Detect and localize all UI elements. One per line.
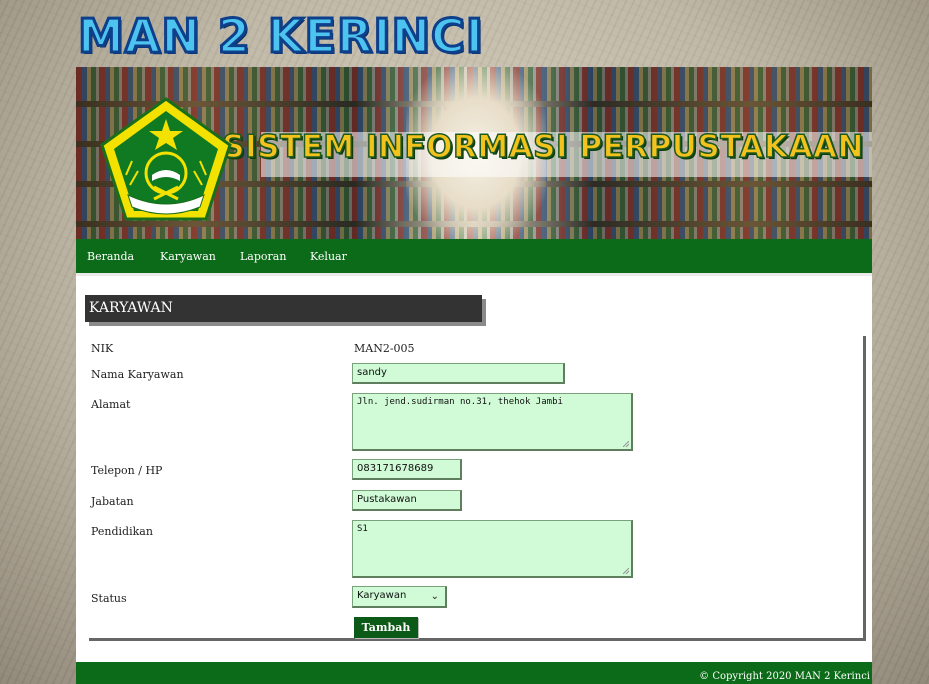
footer: © Copyright 2020 MAN 2 Kerinci	[76, 662, 872, 684]
jabatan-input[interactable]: Pustakawan	[352, 490, 462, 511]
chevron-down-icon: ⌄	[430, 591, 439, 602]
nav-item-karyawan[interactable]: Karyawan	[160, 250, 216, 263]
pendidikan-label: Pendidikan	[91, 525, 153, 538]
nama-input[interactable]: sandy	[352, 363, 565, 384]
alamat-textarea[interactable]: Jln. jend.sudirman no.31, thehok Jambi	[352, 393, 633, 451]
main-nav: Beranda Karyawan Laporan Keluar	[76, 239, 872, 276]
kemenag-logo-icon	[100, 97, 232, 221]
alamat-text: Jln. jend.sudirman no.31, thehok Jambi	[357, 397, 563, 407]
header-banner: SISTEM INFORMASI PERPUSTAKAAN	[76, 67, 872, 239]
pendidikan-textarea[interactable]: S1	[352, 520, 633, 578]
site-title: MAN 2 KERINCI	[77, 8, 485, 65]
nik-value: MAN2-005	[354, 342, 415, 355]
pendidikan-text: S1	[357, 524, 368, 534]
section-title: KARYAWAN	[85, 295, 482, 322]
nav-item-keluar[interactable]: Keluar	[310, 250, 347, 263]
telepon-label: Telepon / HP	[91, 464, 163, 477]
status-label: Status	[91, 592, 127, 605]
status-select[interactable]: Karyawan ⌄	[352, 586, 447, 608]
nik-label: NIK	[91, 342, 114, 355]
tambah-button[interactable]: Tambah	[354, 617, 418, 638]
alamat-label: Alamat	[91, 398, 131, 411]
resize-handle-icon[interactable]	[623, 441, 629, 447]
nama-label: Nama Karyawan	[91, 368, 184, 381]
resize-handle-icon[interactable]	[623, 568, 629, 574]
main-content: KARYAWAN NIK MAN2-005 Nama Karyawan sand…	[76, 276, 872, 662]
status-selected: Karyawan	[357, 590, 407, 601]
copyright-text: © Copyright 2020 MAN 2 Kerinci	[699, 671, 870, 682]
telepon-input[interactable]: 083171678689	[352, 459, 462, 480]
nav-item-laporan[interactable]: Laporan	[240, 250, 286, 263]
jabatan-label: Jabatan	[91, 495, 134, 508]
nav-item-beranda[interactable]: Beranda	[87, 250, 134, 263]
